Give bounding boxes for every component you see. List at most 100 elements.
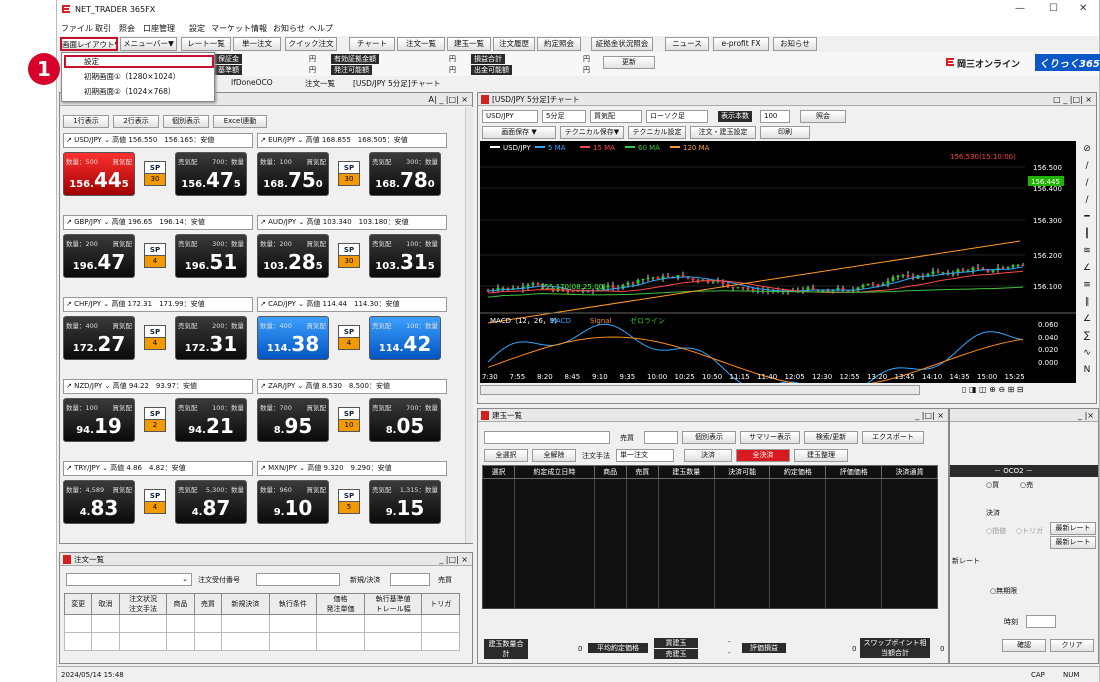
menu-help[interactable]: ヘルプ — [309, 23, 333, 34]
timeframe-select[interactable]: 5分足 — [542, 110, 586, 123]
rate-panel-scrollbar[interactable] — [465, 107, 473, 543]
menu-news[interactable]: お知らせ — [273, 23, 305, 34]
refresh-button[interactable]: 更新 — [603, 56, 655, 69]
new-settle-select[interactable] — [390, 573, 430, 586]
search-button[interactable]: 検索/更新 — [804, 431, 858, 444]
pair-select[interactable]: GBP/JPY — [74, 218, 101, 226]
settle-all-button[interactable]: 全決済 — [736, 449, 790, 462]
maximize-button[interactable]: ☐ — [1049, 3, 1058, 14]
export-button[interactable]: エクスポート — [862, 431, 924, 444]
buy-price-button[interactable]: 売気配 100：数量 114.42 — [369, 316, 441, 360]
one-row-button[interactable]: 1行表示 — [63, 115, 109, 128]
price-side-select[interactable]: 買気配 — [590, 110, 642, 123]
trigger-radio[interactable]: ○トリガ — [1016, 526, 1043, 536]
menu-inquiry[interactable]: 照会 — [119, 23, 135, 34]
chart-scrollbar[interactable] — [480, 385, 920, 395]
order-settings-button[interactable]: 注文・建玉設定 — [690, 126, 756, 139]
chart-mini-icon[interactable]: ↗ — [258, 136, 266, 144]
close-button[interactable]: ✕ — [1079, 3, 1087, 14]
latest-rate-button-2[interactable]: 最新レート — [1050, 536, 1096, 549]
latest-rate-button[interactable]: 最新レート — [1050, 522, 1096, 535]
pair-select[interactable]: USD/JPY — [74, 136, 102, 144]
pair-select[interactable]: CAD/JPY — [268, 300, 296, 308]
menu-item-settings[interactable]: 設定 — [64, 55, 214, 68]
tb-notice[interactable]: お知らせ — [773, 37, 817, 51]
buy-price-button[interactable]: 売気配 5,300：数量 4.87 — [175, 480, 247, 524]
excel-link-button[interactable]: Excel連動 — [213, 115, 267, 128]
position-side-select[interactable] — [644, 431, 678, 444]
chart-type-select[interactable]: ローソク足 — [646, 110, 708, 123]
pair-select[interactable]: TRY/JPY — [74, 464, 100, 472]
buy-radio[interactable]: ○買 — [986, 480, 999, 490]
position-filter-select[interactable] — [484, 431, 610, 444]
tb-layout[interactable]: 画面レイアウト▼ — [60, 37, 118, 51]
tb-eprofit[interactable]: e-profit FX — [713, 37, 769, 51]
tb-chart[interactable]: チャート — [349, 37, 395, 51]
order-list-window-buttons[interactable]: _ |□| × — [439, 553, 468, 565]
pair-select[interactable]: ZAR/JPY — [268, 382, 295, 390]
order-entry-window-buttons[interactable]: _ |× — [1078, 409, 1094, 421]
chart-mini-icon[interactable]: ↗ — [64, 136, 72, 144]
tb-news[interactable]: ニュース — [665, 37, 709, 51]
select-all-button[interactable]: 全選択 — [484, 449, 528, 462]
drawing-tools[interactable]: ⊘ ∕ ∕ ∕ ━ ┃ ≋ ∠ ≡ ∥ ∠ ∑ ∿ N — [1078, 141, 1096, 381]
pair-select[interactable]: AUD/JPY — [268, 218, 296, 226]
sell-price-button[interactable]: 数量：500 買気配 156.445 — [63, 152, 135, 196]
bars-input[interactable]: 100 — [760, 110, 790, 123]
sell-price-button[interactable]: 数量：100 買気配 94.19 — [63, 398, 135, 442]
position-window-buttons[interactable]: _ |□| × — [915, 409, 944, 421]
tb-rate-list[interactable]: レート一覧 — [181, 37, 231, 51]
chart-mini-icon[interactable]: ↗ — [64, 300, 72, 308]
chart-canvas[interactable]: USD/JPY 5 MA 15 MA 60 MA 120 MA 156.500 156.40… — [480, 141, 1076, 400]
buy-price-button[interactable]: 売気配 100：数量 103.315 — [369, 234, 441, 278]
sell-price-button[interactable]: 数量：100 買気配 168.750 — [257, 152, 329, 196]
order-number-input[interactable] — [256, 573, 340, 586]
chart-mini-icon[interactable]: ↗ — [64, 382, 72, 390]
deselect-all-button[interactable]: 全解除 — [532, 449, 576, 462]
individual-view-button[interactable]: 個別表示 — [163, 115, 209, 128]
pair-select[interactable]: EUR/JPY — [268, 136, 295, 144]
tb-order-list[interactable]: 注文一覧 — [397, 37, 445, 51]
buy-price-button[interactable]: 売気配 200：数量 172.31 — [175, 316, 247, 360]
sell-price-button[interactable]: 数量：400 買気配 172.27 — [63, 316, 135, 360]
tab-chart[interactable]: [USD/JPY 5分足]チャート — [353, 78, 441, 89]
position-organize-button[interactable]: 建玉整理 — [794, 449, 848, 462]
summary-button[interactable]: サマリー表示 — [740, 431, 800, 444]
menu-trade[interactable]: 取引 — [95, 23, 111, 34]
buy-price-button[interactable]: 売気配 300：数量 168.780 — [369, 152, 441, 196]
rate-panel-window-buttons[interactable]: A| _ |□| × — [429, 93, 468, 105]
sell-price-button[interactable]: 数量：400 買気配 114.38 — [257, 316, 329, 360]
inquiry-button[interactable]: 照会 — [800, 110, 846, 123]
tb-position-list[interactable]: 建玉一覧 — [447, 37, 491, 51]
chart-mini-icon[interactable]: ↗ — [64, 464, 72, 472]
buy-price-button[interactable]: 売気配 700：数量 8.05 — [369, 398, 441, 442]
chart-mini-icon[interactable]: ↗ — [258, 300, 266, 308]
tb-menubar[interactable]: メニューバー▼ — [120, 37, 177, 51]
buy-price-button[interactable]: 売気配 1,315：数量 9.15 — [369, 480, 441, 524]
sell-radio[interactable]: ○売 — [1020, 480, 1033, 490]
confirm-button[interactable]: 確認 — [1002, 639, 1046, 652]
buy-price-button[interactable]: 売気配 300：数量 196.51 — [175, 234, 247, 278]
menu-item-layout-2[interactable]: 初期画面②（1024×768） — [64, 86, 175, 97]
order-filter-select[interactable]: ⌄ — [66, 573, 192, 586]
menu-settings[interactable]: 設定 — [189, 23, 205, 34]
tab-ifdoneoco[interactable]: IfDoneOCO — [231, 78, 273, 87]
sell-price-button[interactable]: 数量：200 買気配 196.47 — [63, 234, 135, 278]
tb-quick-order[interactable]: クイック注文 — [285, 37, 337, 51]
tb-execution[interactable]: 約定照会 — [537, 37, 581, 51]
print-button[interactable]: 印刷 — [760, 126, 810, 139]
tb-order-history[interactable]: 注文履歴 — [493, 37, 535, 51]
chart-mini-icon[interactable]: ↗ — [258, 464, 266, 472]
two-row-button[interactable]: 2行表示 — [113, 115, 159, 128]
individual-button[interactable]: 個別表示 — [682, 431, 736, 444]
sell-price-button[interactable]: 数量：4,589 買気配 4.83 — [63, 480, 135, 524]
menu-account[interactable]: 口座管理 — [143, 23, 175, 34]
sell-price-button[interactable]: 数量：200 買気配 103.285 — [257, 234, 329, 278]
time-input[interactable] — [1026, 615, 1056, 628]
tb-margin[interactable]: 証拠金状況照会 — [591, 37, 653, 51]
no-limit-radio[interactable]: ○無期限 — [990, 586, 1017, 596]
limit-radio[interactable]: ○指値 — [986, 526, 1006, 536]
minimize-button[interactable]: — — [1015, 3, 1025, 14]
pair-select[interactable]: USD/JPY — [482, 110, 538, 123]
tb-single-order[interactable]: 単一注文 — [233, 37, 281, 51]
